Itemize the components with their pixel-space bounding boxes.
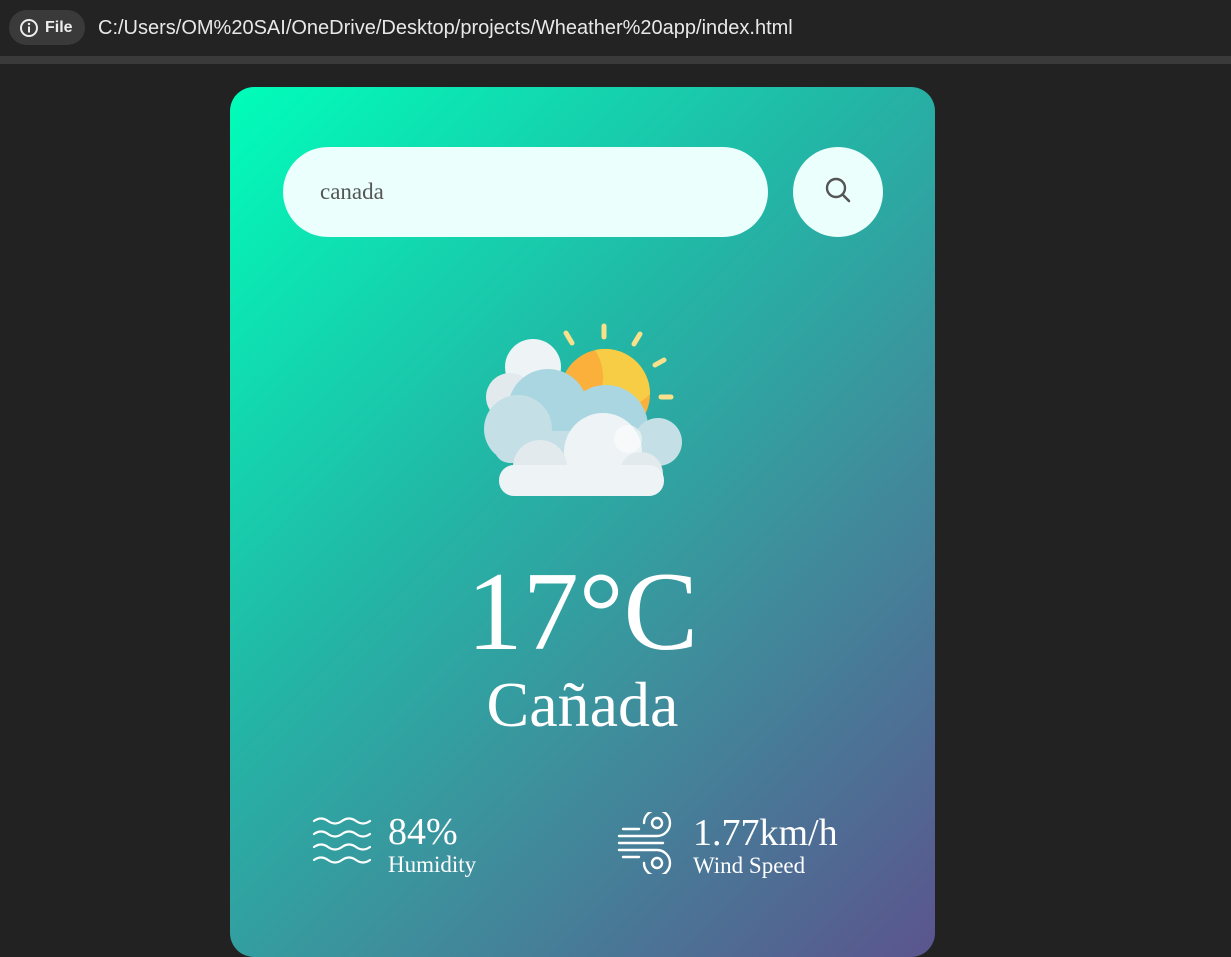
search-input-value: canada: [320, 179, 384, 204]
city-name: Cañada: [486, 669, 679, 740]
site-info-chip[interactable]: File: [9, 10, 85, 45]
wind-detail: 1.77km/h Wind Speed: [617, 808, 838, 879]
humidity-label: Humidity: [388, 852, 477, 877]
wind-icon: [617, 808, 679, 879]
humidity-waves-icon: [312, 815, 374, 876]
search-input[interactable]: canada: [283, 147, 768, 237]
temperature-value: 17°C: [466, 550, 699, 674]
partly-cloudy-sun-icon: [478, 319, 688, 504]
wind-label: Wind Speed: [693, 852, 806, 878]
search-icon: [824, 176, 852, 209]
site-info-label: File: [45, 18, 73, 36]
weather-card: canada 17°C Cañada 84% Humidity 1.77km/h…: [230, 87, 935, 957]
humidity-detail: 84% Humidity: [312, 812, 476, 878]
search-button[interactable]: [793, 147, 883, 237]
wind-value: 1.77km/h: [693, 811, 838, 854]
address-url[interactable]: C:/Users/OM%20SAI/OneDrive/Desktop/proje…: [98, 14, 793, 42]
browser-address-bar: File C:/Users/OM%20SAI/OneDrive/Desktop/…: [0, 0, 1231, 64]
info-icon: [19, 18, 39, 38]
humidity-value: 84%: [388, 811, 458, 853]
